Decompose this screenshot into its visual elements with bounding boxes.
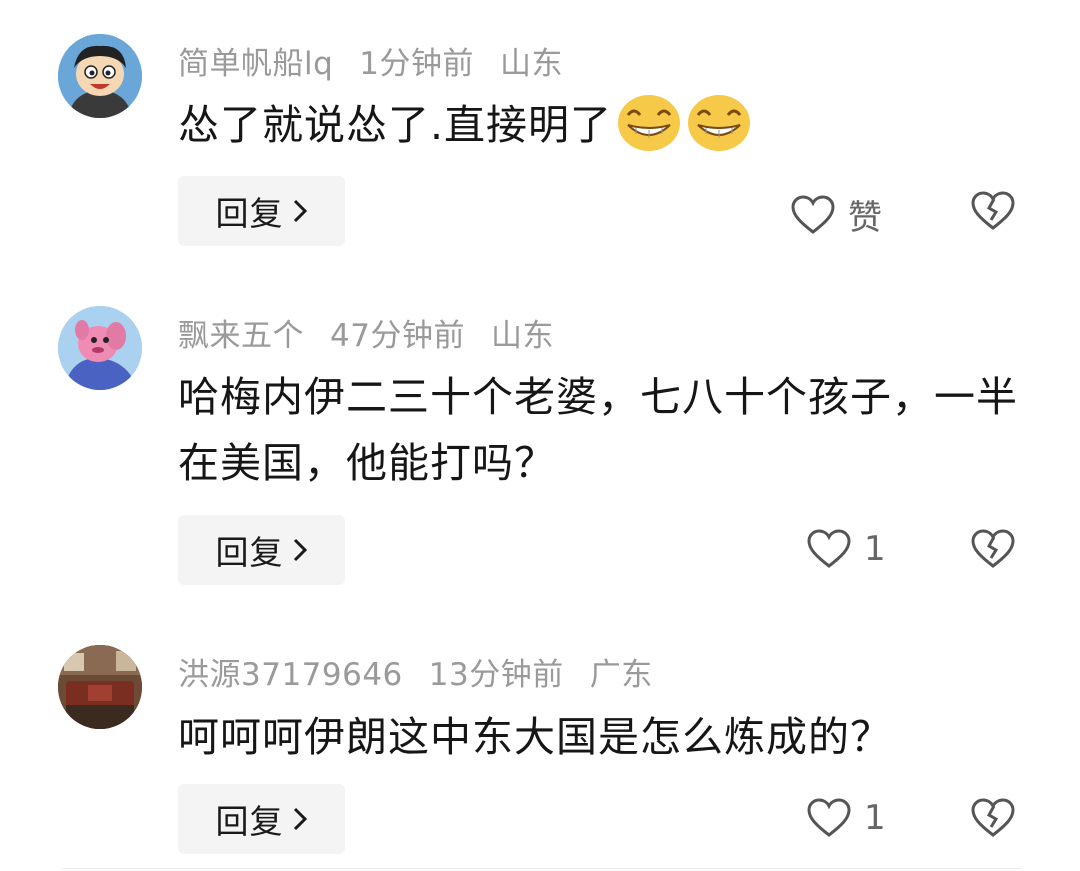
like-count: 1 bbox=[864, 529, 886, 569]
location: 山东 bbox=[490, 318, 554, 354]
broken-heart-icon bbox=[971, 798, 1015, 837]
avatar[interactable] bbox=[58, 306, 142, 390]
chevron-right-icon bbox=[293, 807, 307, 831]
comment-meta: 简单帆船lq 1分钟前 山东 bbox=[178, 38, 589, 83]
like-button[interactable]: 赞 bbox=[790, 190, 882, 239]
username[interactable]: 洪源37179646 bbox=[178, 657, 403, 693]
comment-text: 呵呵呵伊朗这中东大国是怎么炼成的？ bbox=[178, 704, 1038, 770]
comment-meta: 飘来五个 47分钟前 山东 bbox=[178, 310, 580, 355]
chevron-right-icon bbox=[293, 199, 307, 223]
like-label: 赞 bbox=[848, 198, 882, 238]
comment-text: 哈梅内伊二三十个老婆，七八十个孩子，一半在美国，他能打吗？ bbox=[178, 364, 1038, 496]
reply-label: 回复 bbox=[215, 802, 284, 841]
dislike-button[interactable] bbox=[970, 797, 1016, 843]
heart-outline-icon bbox=[807, 798, 851, 837]
pink-dog-avatar-icon bbox=[58, 306, 142, 390]
comment-meta: 洪源37179646 13分钟前 广东 bbox=[178, 649, 679, 694]
heart-outline-icon bbox=[791, 194, 835, 234]
dislike-button[interactable] bbox=[970, 190, 1016, 236]
grin-emoji-icon bbox=[618, 95, 681, 151]
avatar[interactable] bbox=[58, 34, 142, 118]
comment-body: 怂了就说怂了.直接明了 bbox=[178, 101, 613, 149]
timestamp: 47分钟前 bbox=[330, 318, 465, 354]
location: 广东 bbox=[589, 657, 653, 693]
comment-body: 哈梅内伊二三十个老婆，七八十个孩子，一半在美国，他能打吗？ bbox=[178, 373, 1018, 487]
reply-label: 回复 bbox=[215, 194, 284, 233]
divider bbox=[62, 868, 1022, 869]
like-button[interactable]: 1 bbox=[806, 528, 886, 570]
timestamp: 1分钟前 bbox=[359, 46, 475, 82]
username[interactable]: 飘来五个 bbox=[178, 318, 304, 354]
username[interactable]: 简单帆船lq bbox=[178, 46, 333, 82]
reply-button[interactable]: 回复 bbox=[178, 176, 345, 246]
broken-heart-icon bbox=[971, 191, 1015, 230]
like-button[interactable]: 1 bbox=[806, 797, 886, 839]
reply-label: 回复 bbox=[215, 533, 284, 572]
grin-emoji-icon bbox=[688, 95, 751, 151]
dislike-button[interactable] bbox=[970, 528, 1016, 574]
reply-button[interactable]: 回复 bbox=[178, 784, 345, 854]
avatar[interactable] bbox=[58, 645, 142, 729]
comment-body: 呵呵呵伊朗这中东大国是怎么炼成的？ bbox=[178, 713, 892, 761]
chevron-right-icon bbox=[293, 538, 307, 562]
comment-text: 怂了就说怂了.直接明了 bbox=[178, 92, 1038, 158]
reply-button[interactable]: 回复 bbox=[178, 515, 345, 585]
location: 山东 bbox=[500, 46, 564, 82]
room-photo-avatar-icon bbox=[58, 645, 142, 729]
cartoon-face-avatar-icon bbox=[58, 34, 142, 118]
broken-heart-icon bbox=[971, 529, 1015, 568]
timestamp: 13分钟前 bbox=[428, 657, 564, 693]
like-count: 1 bbox=[864, 798, 886, 838]
heart-outline-icon bbox=[807, 529, 851, 568]
